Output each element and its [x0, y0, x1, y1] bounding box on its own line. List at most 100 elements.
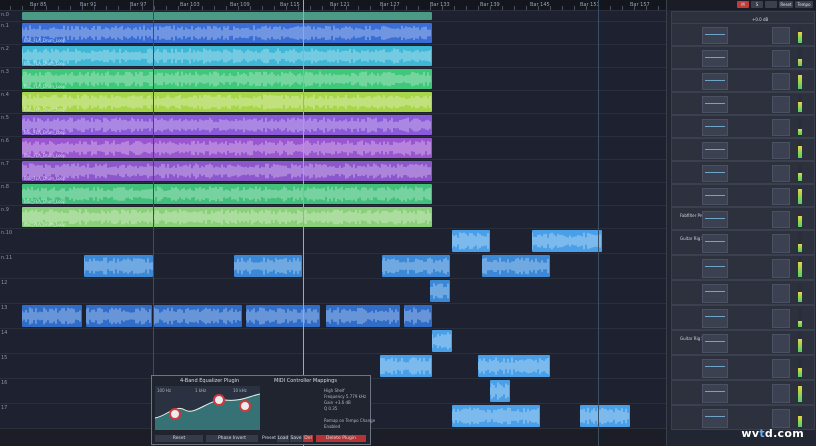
mute-button[interactable]: M: [737, 1, 749, 8]
plugin-slot[interactable]: [702, 142, 728, 159]
track-lane[interactable]: 13: [0, 304, 666, 329]
track-lane[interactable]: n.6 BSL_FLA_Drum_Loop: [0, 137, 666, 160]
audio-clip[interactable]: BSL_FLA_Drum_Loop: [22, 23, 432, 43]
audio-clip[interactable]: BSL_FLA_Drum_Loop: [22, 69, 432, 89]
plugin-slot[interactable]: [772, 96, 790, 113]
mixer-strip[interactable]: [671, 138, 815, 161]
plugin-slot[interactable]: [772, 211, 790, 228]
option-remap[interactable]: Remap on Tempo Change: [324, 418, 375, 423]
preset-delete-button[interactable]: Del: [303, 435, 313, 442]
track-lane[interactable]: n.3 BSL_FLA_Drum_Loop: [0, 68, 666, 91]
mixer-strip[interactable]: [671, 355, 815, 380]
audio-clip[interactable]: [430, 280, 450, 302]
mixer-strip[interactable]: [671, 115, 815, 138]
mixer-strip[interactable]: Fabfilter Pro-Q (EQ): [671, 207, 815, 230]
solo-button[interactable]: S: [751, 1, 763, 8]
audio-clip[interactable]: [532, 230, 602, 252]
plugin-slot[interactable]: [772, 188, 790, 205]
track-lane[interactable]: n.4 BSL_FLA_Drum_Loop: [0, 91, 666, 114]
audio-clip[interactable]: [22, 12, 432, 20]
plugin-slot[interactable]: [702, 384, 728, 403]
track-lane[interactable]: 12: [0, 279, 666, 304]
mixer-strip[interactable]: [671, 92, 815, 115]
mixer-strip[interactable]: [671, 69, 815, 92]
blank-button[interactable]: [765, 1, 777, 8]
plugin-slot[interactable]: [702, 165, 728, 182]
phase-invert-button[interactable]: Phase Invert: [206, 435, 258, 442]
plugin-slot[interactable]: [702, 284, 728, 303]
audio-clip[interactable]: [326, 305, 400, 327]
plugin-slot[interactable]: [702, 73, 728, 90]
track-lane[interactable]: n.7 BSL_FLA_Drum_Loop: [0, 160, 666, 183]
audio-clip[interactable]: [452, 230, 490, 252]
track-lane[interactable]: n.9 BSL_FLA_Drum_Loop: [0, 206, 666, 229]
mixer-strip[interactable]: Guitar Rig 5: [671, 330, 815, 355]
plugin-slot[interactable]: [702, 309, 728, 328]
mixer-strip[interactable]: [671, 280, 815, 305]
audio-clip[interactable]: BSL_FLA_Drum_Loop: [22, 115, 432, 135]
plugin-slot[interactable]: [702, 27, 728, 44]
track-lane[interactable]: n.5 BSL_FLA_Drum_Loop: [0, 114, 666, 137]
audio-clip[interactable]: [22, 305, 82, 327]
audio-clip[interactable]: BSL_FLA_Drum_Loop: [22, 46, 432, 66]
eq-plugin-window[interactable]: 4-Band Equalizer Plugin MIDI Controller …: [151, 375, 375, 445]
plugin-slot[interactable]: [702, 234, 728, 253]
track-lane[interactable]: n.0: [0, 11, 666, 22]
audio-clip[interactable]: [478, 355, 550, 377]
plugin-slot[interactable]: [702, 188, 728, 205]
mixer-strip[interactable]: [671, 23, 815, 46]
audio-clip[interactable]: [452, 405, 540, 427]
plugin-slot[interactable]: [772, 409, 790, 428]
plugin-slot[interactable]: [772, 165, 790, 182]
track-lane[interactable]: n.1 BSL_FLA_Drum_Loop: [0, 22, 666, 45]
plugin-slot[interactable]: [702, 259, 728, 278]
audio-clip[interactable]: [482, 255, 550, 277]
plugin-reset-button[interactable]: Reset: [155, 435, 203, 442]
eq-band-2-knob[interactable]: [213, 394, 225, 406]
audio-clip[interactable]: [84, 255, 153, 277]
plugin-slot[interactable]: [702, 50, 728, 67]
delete-plugin-button[interactable]: Delete Plugin: [316, 435, 366, 442]
audio-clip[interactable]: [380, 355, 432, 377]
plugin-slot[interactable]: [702, 211, 728, 228]
plugin-slot[interactable]: [702, 334, 728, 353]
eq-band-3-knob[interactable]: [239, 400, 251, 412]
audio-clip[interactable]: [432, 330, 452, 352]
mixer-strip[interactable]: [671, 161, 815, 184]
track-lane[interactable]: n.11: [0, 254, 666, 279]
preset-load-button[interactable]: Load: [277, 435, 289, 442]
reset-button[interactable]: Reset: [779, 1, 793, 8]
audio-clip[interactable]: BSL_FLA_Drum_Loop: [22, 184, 432, 204]
mixer-strip[interactable]: [671, 184, 815, 207]
plugin-slot[interactable]: [772, 27, 790, 44]
mixer-strip[interactable]: Guitar Rig 5: [671, 230, 815, 255]
plugin-slot[interactable]: [772, 119, 790, 136]
track-lane[interactable]: n.10: [0, 229, 666, 254]
plugin-slot[interactable]: [772, 234, 790, 253]
audio-clip[interactable]: BSL_FLA_Drum_Loop: [22, 138, 432, 158]
audio-clip[interactable]: [246, 305, 320, 327]
track-lane[interactable]: n.8 BSL_FLA_Drum_Loop: [0, 183, 666, 206]
plugin-slot[interactable]: [702, 119, 728, 136]
plugin-slot[interactable]: [772, 284, 790, 303]
timeline-ruler[interactable]: Bar 85 Bar 91 Bar 97 Bar 103 Bar 109 Bar 115 B…: [0, 0, 666, 11]
audio-clip[interactable]: [580, 405, 630, 427]
audio-clip[interactable]: [382, 255, 450, 277]
option-enabled[interactable]: Enabled: [324, 424, 340, 429]
tempo-button[interactable]: Tempo: [795, 1, 813, 8]
plugin-slot[interactable]: [772, 259, 790, 278]
audio-clip[interactable]: [154, 305, 242, 327]
audio-clip[interactable]: [86, 305, 152, 327]
plugin-slot[interactable]: [772, 142, 790, 159]
plugin-slot[interactable]: [772, 73, 790, 90]
plugin-slot[interactable]: [772, 309, 790, 328]
track-lane[interactable]: n.2 BSL_FLA_Drum_Loop: [0, 45, 666, 68]
plugin-slot[interactable]: [772, 50, 790, 67]
audio-clip[interactable]: BSL_FLA_Drum_Loop: [22, 161, 432, 181]
mixer-strip[interactable]: [671, 380, 815, 405]
preset-save-button[interactable]: Save: [290, 435, 302, 442]
plugin-slot[interactable]: [702, 96, 728, 113]
plugin-slot[interactable]: [772, 334, 790, 353]
plugin-slot[interactable]: [772, 359, 790, 378]
audio-clip[interactable]: [234, 255, 302, 277]
